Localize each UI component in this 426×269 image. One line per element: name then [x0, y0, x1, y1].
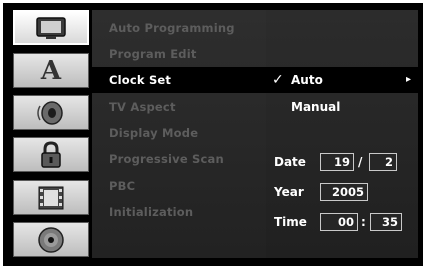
year-field[interactable]: 2005	[320, 183, 368, 201]
setup-menu: Auto Programming Program Edit Clock Set …	[92, 10, 266, 258]
film-icon	[38, 186, 64, 209]
tab-language[interactable]: A	[13, 53, 89, 88]
menu-item-clock-set[interactable]: Clock Set	[92, 67, 266, 93]
language-icon: A	[40, 55, 62, 86]
option-auto[interactable]: ✓ Auto ▸	[266, 67, 418, 93]
minute-field[interactable]: 35	[370, 213, 402, 231]
tab-film[interactable]	[13, 180, 89, 215]
tab-lock[interactable]	[13, 137, 89, 172]
check-icon: ✓	[272, 72, 284, 88]
menu-item-pbc[interactable]: PBC	[92, 173, 266, 199]
option-auto-label: Auto	[291, 73, 323, 87]
menu-item-tv-aspect[interactable]: TV Aspect	[92, 94, 266, 120]
hour-field[interactable]: 00	[320, 213, 358, 231]
year-label: Year	[274, 185, 304, 199]
month-field[interactable]: 2	[369, 153, 397, 171]
time-label: Time	[274, 215, 307, 229]
tab-disc[interactable]	[13, 10, 89, 45]
cd-icon	[38, 226, 64, 253]
lock-icon	[41, 140, 61, 168]
date-separator: /	[358, 155, 363, 169]
date-label: Date	[274, 155, 306, 169]
menu-item-initialization[interactable]: Initialization	[92, 199, 266, 225]
menu-item-display-mode[interactable]: Display Mode	[92, 120, 266, 146]
tab-audio[interactable]	[13, 95, 89, 130]
option-manual[interactable]: Manual	[291, 94, 340, 120]
menu-item-auto-programming[interactable]: Auto Programming	[92, 15, 266, 41]
tab-cd[interactable]	[13, 222, 89, 257]
day-field[interactable]: 19	[320, 153, 354, 171]
speaker-icon	[37, 100, 63, 125]
setup-screen: A Auto Programming Program Edit Clock Se…	[3, 3, 423, 266]
time-separator: :	[361, 215, 366, 229]
arrow-right-icon: ▸	[406, 74, 412, 85]
menu-item-progressive-scan[interactable]: Progressive Scan	[92, 146, 266, 172]
options-panel: ✓ Auto ▸ Manual Date 19 / 2 Year 2005 Ti…	[266, 10, 418, 258]
menu-item-program-edit[interactable]: Program Edit	[92, 41, 266, 67]
category-icon-column: A	[13, 10, 89, 258]
disc-icon	[36, 16, 66, 39]
